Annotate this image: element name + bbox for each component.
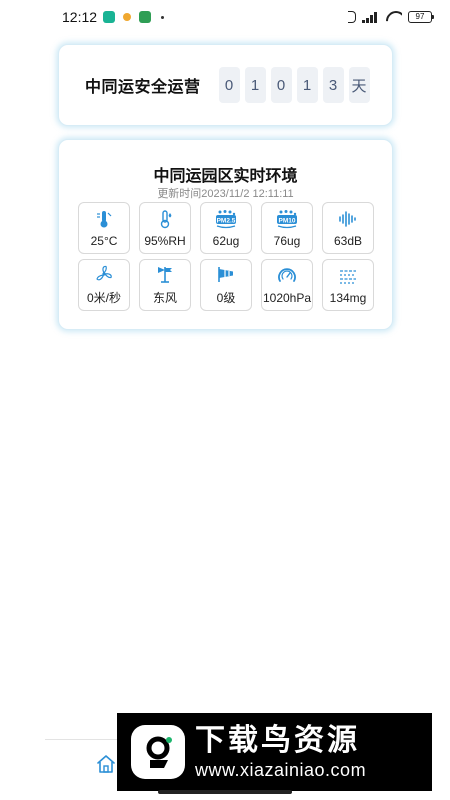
humidity-icon (154, 209, 176, 229)
tab-home[interactable] (96, 754, 116, 774)
environment-card: 中同运园区实时环境 更新时间2023/11/2 12:11:11 25°C 95… (58, 139, 393, 330)
noise-icon (337, 209, 359, 229)
env-tile-dust: 134mg (322, 259, 374, 311)
safe-days-counter: 0 1 0 1 3 天 (218, 67, 370, 103)
safe-operation-title: 中同运安全运营 (85, 79, 201, 96)
env-tile-wind-speed: 0米/秒 (78, 259, 130, 311)
watermark-logo-icon (131, 725, 185, 779)
wind-direction-icon (154, 264, 176, 284)
env-tile-noise: 63dB (322, 202, 374, 254)
env-value: 1020hPa (262, 290, 312, 305)
environment-update-time: 更新时间2023/11/2 12:11:11 (157, 188, 294, 200)
pm25-icon-label: PM2.5 (217, 217, 236, 224)
dust-icon (337, 266, 359, 286)
env-value: 62ug (212, 233, 240, 248)
environment-title: 中同运园区实时环境 (153, 168, 298, 185)
env-value: 134mg (329, 290, 367, 305)
wind-speed-icon (93, 264, 115, 284)
env-tile-pm10: PM10 76ug (261, 202, 313, 254)
env-tile-wind-level: 0级 (200, 259, 252, 311)
environment-tiles: 25°C 95%RH PM2.5 62ug PM10 76ug 63dB 0米/… (78, 202, 374, 311)
env-value: 0米/秒 (86, 291, 121, 305)
safe-days-digit: 1 (296, 67, 318, 103)
env-value: 63dB (333, 233, 363, 248)
shield-app-icon (103, 11, 116, 23)
temperature-icon (93, 209, 115, 229)
watermark-brand: 下载鸟资源 (195, 723, 360, 758)
pm10-icon-label: PM10 (279, 217, 296, 224)
watermark-text: 下载鸟资源 www.xiazainiao.com (195, 723, 366, 781)
safe-operation-card: 中同运安全运营 0 1 0 1 3 天 (58, 44, 393, 126)
safe-days-digit: 0 (218, 67, 240, 103)
safe-days-digit: 0 (270, 67, 292, 103)
env-value: 95%RH (144, 233, 186, 248)
pressure-icon (276, 266, 298, 286)
env-tile-humidity: 95%RH (139, 202, 191, 254)
tab-bar-divider (45, 739, 125, 740)
env-value: 东风 (152, 291, 177, 305)
env-tile-wind-direction: 东风 (139, 259, 191, 311)
pm10-icon: PM10 (276, 209, 298, 229)
green-app-icon (139, 11, 152, 23)
safe-days-digit: 3 (322, 67, 344, 103)
status-bar: 12:12 97 (0, 0, 450, 34)
watermark-banner: 下载鸟资源 www.xiazainiao.com (117, 713, 432, 791)
env-value: 76ug (273, 233, 301, 248)
cellular-signal-icon (362, 11, 380, 23)
gesture-home-bar[interactable] (158, 790, 292, 794)
home-icon (97, 755, 115, 773)
pm25-icon: PM2.5 (215, 209, 237, 229)
battery-icon: 97 (408, 11, 434, 23)
safe-days-unit: 天 (348, 67, 370, 103)
wifi-icon (386, 11, 402, 23)
env-tile-pm25: PM2.5 62ug (200, 202, 252, 254)
env-value: 25°C (90, 233, 118, 248)
env-tile-pressure: 1020hPa (261, 259, 313, 311)
safe-days-digit: 1 (244, 67, 266, 103)
bluetooth-icon (348, 11, 356, 23)
status-left: 12:12 (62, 9, 165, 25)
status-right: 97 (348, 11, 434, 23)
status-time: 12:12 (62, 9, 98, 25)
env-tile-temperature: 25°C (78, 202, 130, 254)
watermark-url: www.xiazainiao.com (195, 760, 367, 780)
more-notifications-icon (161, 15, 165, 19)
env-value: 0级 (216, 291, 236, 305)
bird-app-icon (121, 11, 133, 23)
wind-level-icon (215, 264, 237, 284)
